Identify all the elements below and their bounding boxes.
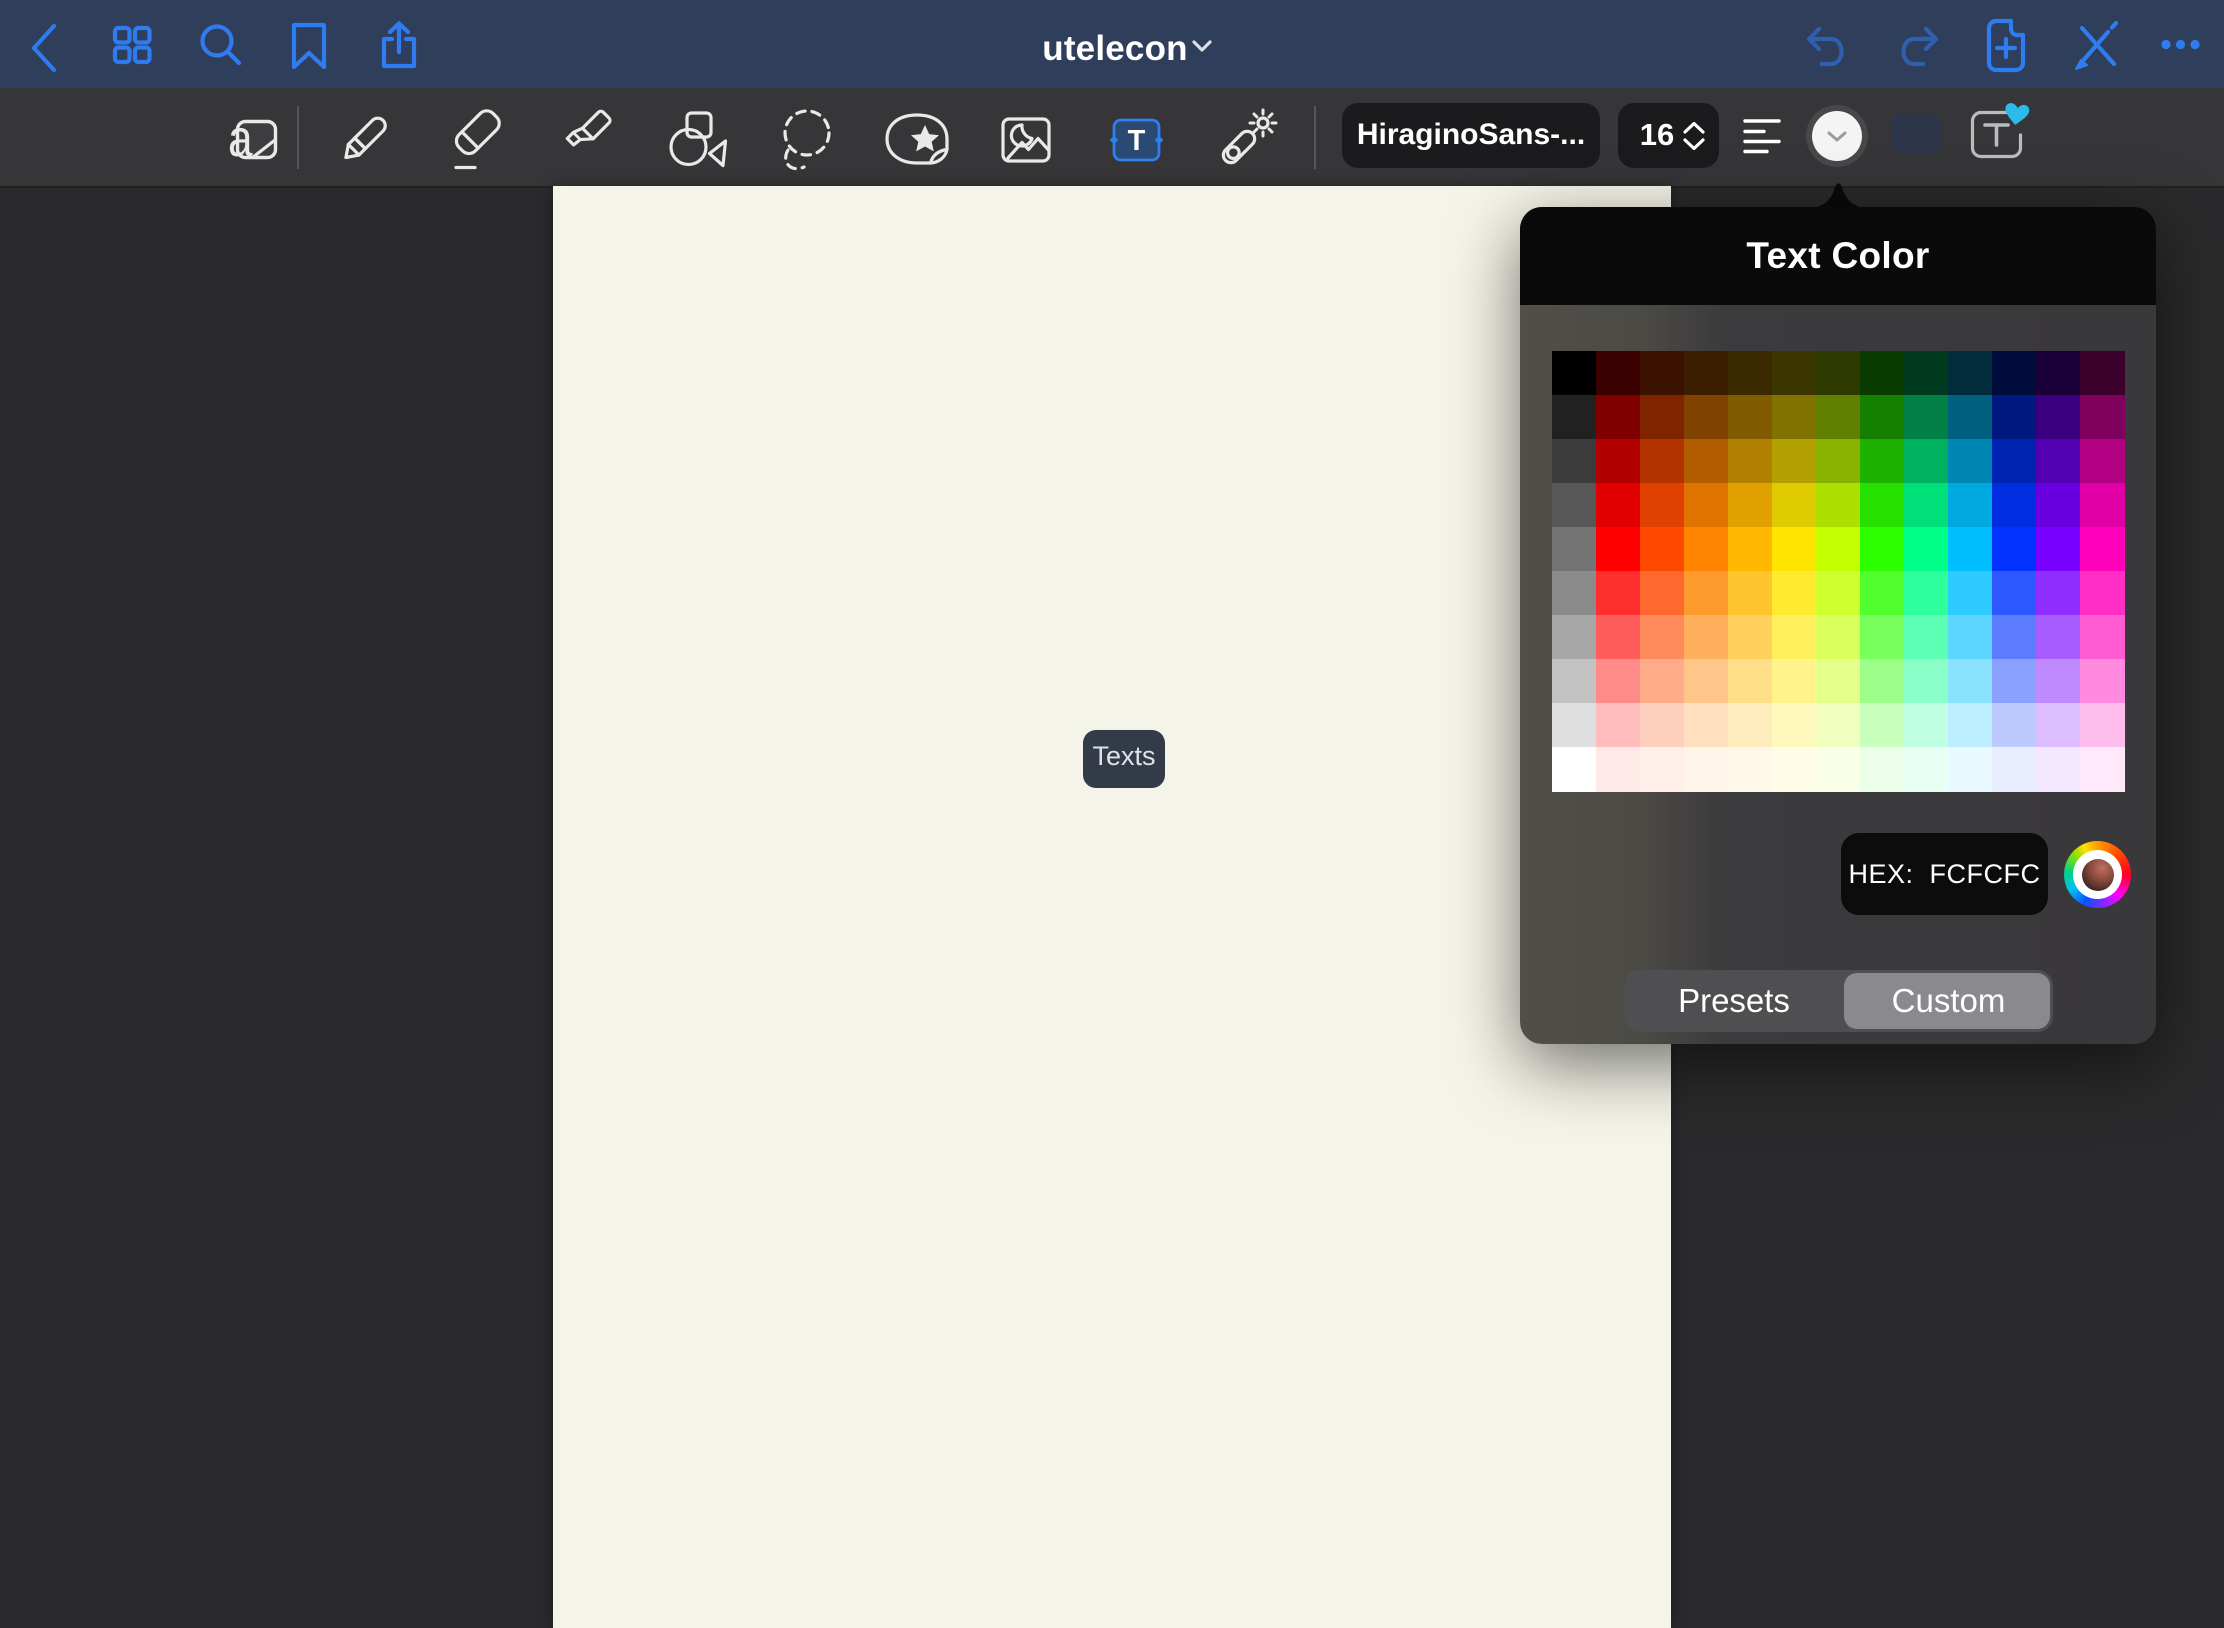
svg-text:T: T [1128, 125, 1146, 157]
svg-text:a: a [228, 110, 253, 168]
